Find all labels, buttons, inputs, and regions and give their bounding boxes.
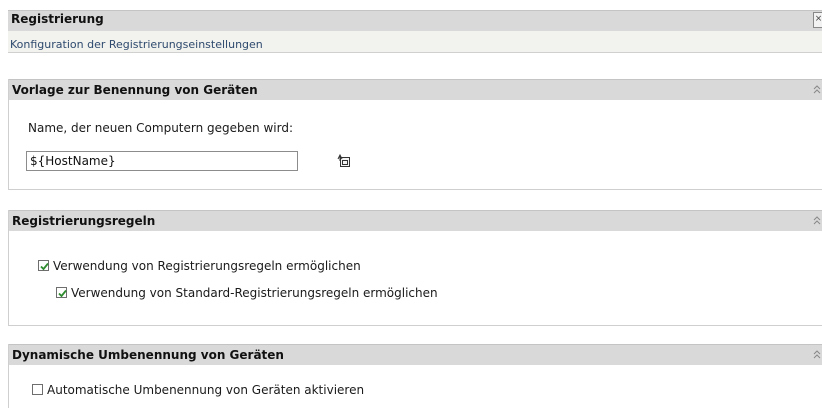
page-header-bar (8, 10, 822, 31)
collapse-icon[interactable] (813, 349, 821, 359)
enable-rules-checkbox[interactable] (38, 260, 49, 271)
computer-name-input[interactable] (26, 151, 298, 171)
enable-default-rules-label[interactable]: Verwendung von Standard-Registrierungsre… (71, 286, 438, 300)
naming-template-header: Vorlage zur Benennung von Geräten (9, 79, 822, 100)
registration-rules-header: Registrierungsregeln (9, 210, 822, 231)
enable-default-rules-checkbox[interactable] (56, 287, 67, 298)
check-icon (58, 289, 67, 298)
auto-rename-label[interactable]: Automatische Umbenennung von Geräten akt… (47, 383, 364, 397)
check-icon (40, 262, 49, 271)
page-subtitle: Konfiguration der Registrierungseinstell… (10, 38, 263, 51)
naming-template-title: Vorlage zur Benennung von Geräten (12, 83, 258, 97)
dynamic-rename-title: Dynamische Umbenennung von Geräten (12, 348, 284, 362)
page-title: Registrierung (11, 12, 104, 26)
computer-name-label: Name, der neuen Computern gegeben wird: (28, 121, 293, 135)
variable-picker-icon[interactable] (337, 154, 351, 168)
registration-rules-title: Registrierungsregeln (12, 214, 156, 228)
auto-rename-checkbox[interactable] (32, 384, 43, 395)
close-icon[interactable]: ⨯ (813, 12, 822, 28)
enable-rules-label[interactable]: Verwendung von Registrierungsregeln ermö… (53, 259, 361, 273)
collapse-icon[interactable] (813, 84, 821, 94)
collapse-icon[interactable] (813, 215, 821, 225)
dynamic-rename-panel: Dynamische Umbenennung von Geräten (8, 344, 822, 408)
dynamic-rename-header: Dynamische Umbenennung von Geräten (9, 344, 822, 365)
